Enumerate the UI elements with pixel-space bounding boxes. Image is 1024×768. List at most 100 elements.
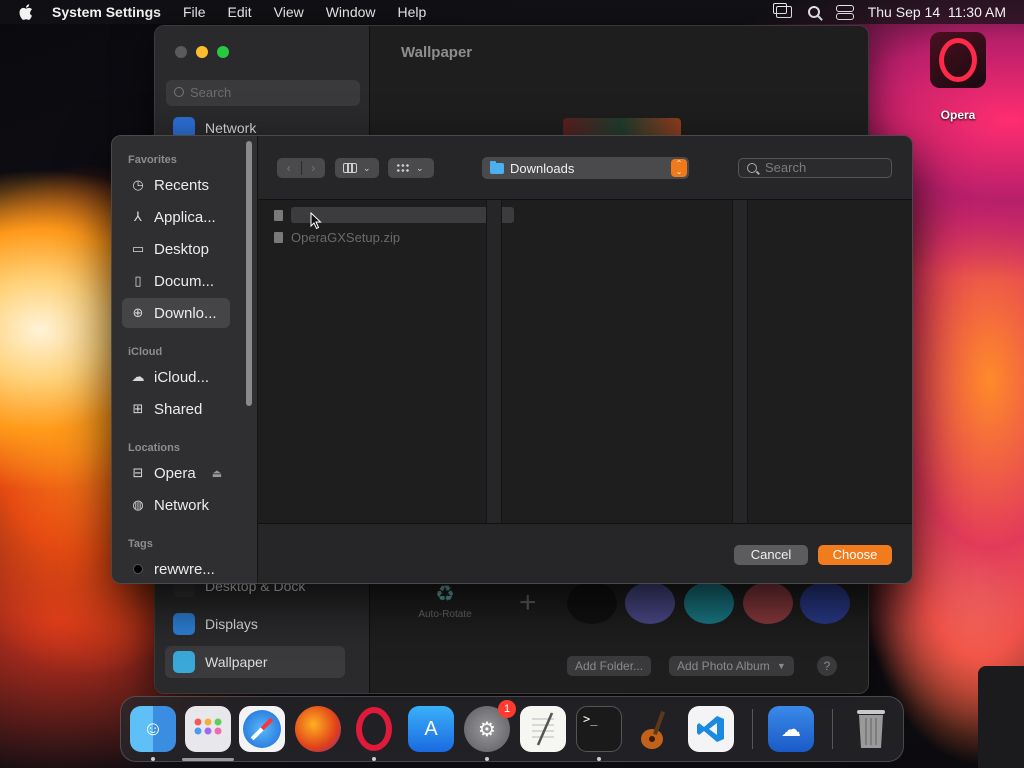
recycle-icon: ♻ [435, 581, 455, 606]
column-divider[interactable] [486, 200, 502, 523]
zip-file-icon [274, 231, 283, 243]
chevron-down-icon: ⌄ [416, 162, 424, 173]
sidebar-item-network[interactable]: ◍ Network [122, 490, 230, 520]
terminal-icon[interactable]: >_ [576, 706, 622, 752]
color-swatch-red[interactable] [743, 582, 793, 624]
window-controls [175, 46, 229, 58]
weather-icon[interactable]: ☁ [768, 706, 814, 752]
apple-menu-icon[interactable] [0, 4, 52, 20]
sidebar-item-label: Shared [154, 400, 203, 418]
app-store-icon[interactable]: A [408, 706, 454, 752]
cloud-icon: ☁ [131, 369, 145, 384]
sidebar-item-documents[interactable]: ▯ Docum... [122, 266, 230, 296]
group-by-button[interactable]: ⌄ [388, 158, 434, 178]
desktop-opera-item[interactable]: Opera [926, 32, 990, 122]
menu-edit[interactable]: Edit [217, 0, 263, 24]
choose-button[interactable]: Choose [818, 545, 892, 565]
help-button[interactable]: ? [817, 656, 837, 676]
menu-file[interactable]: File [172, 0, 217, 24]
add-wallpaper-icon[interactable]: + [519, 586, 537, 620]
minimize-button[interactable] [196, 46, 208, 58]
dock-separator [752, 709, 753, 749]
add-folder-button[interactable]: Add Folder... [567, 656, 652, 676]
textedit-icon[interactable] [520, 706, 566, 752]
open-file-dialog: Favorites ◷ Recents ⅄ Applica... ▭ Deskt… [111, 135, 913, 584]
section-icloud: iCloud [128, 346, 163, 358]
running-indicator [151, 757, 155, 761]
forward-button[interactable]: › [302, 161, 326, 175]
color-swatch-black[interactable] [567, 582, 617, 624]
dock-scroll-indicator [182, 758, 234, 761]
add-photo-album-button[interactable]: Add Photo Album ▼ [669, 656, 794, 676]
sidebar-item-desktop[interactable]: ▭ Desktop [122, 234, 230, 264]
menubar-clock[interactable]: Thu Sep 14 11:30 AM [868, 4, 1006, 20]
spotlight-search-icon[interactable] [807, 6, 820, 18]
control-center-icon[interactable] [835, 5, 854, 20]
sidebar-item-opera[interactable]: ⊟ Opera ⏏ [122, 458, 230, 488]
sidebar-item-label: Network [205, 120, 257, 136]
notification-badge: 1 [498, 700, 516, 718]
color-swatch-blue[interactable] [800, 582, 850, 624]
trash-icon[interactable] [848, 706, 894, 752]
finder-icon[interactable]: ☺ [130, 706, 176, 752]
view-mode-button[interactable]: ⌄ [335, 158, 379, 178]
sidebar-item-downloads[interactable]: ⊕ Downlo... [122, 298, 230, 328]
firefox-icon[interactable] [295, 706, 341, 752]
color-swatch-teal[interactable] [684, 582, 734, 624]
location-popup[interactable]: Downloads ⌃ ⌄ [482, 157, 689, 179]
tag-color-dot-icon [133, 564, 143, 574]
file-name-highlight [290, 207, 514, 223]
dialog-footer: Cancel Choose [258, 524, 912, 583]
section-favorites: Favorites [128, 154, 177, 166]
vscode-icon[interactable] [688, 706, 734, 752]
back-button[interactable]: ‹ [277, 161, 302, 175]
sidebar-item-applications[interactable]: ⅄ Applica... [122, 202, 230, 232]
menu-view[interactable]: View [263, 0, 315, 24]
sidebar-item-label: Applica... [154, 208, 216, 226]
file-name: OperaGXSetup.zip [291, 229, 401, 245]
dialog-search-input[interactable]: Search [738, 158, 892, 178]
sidebar-item-tag[interactable]: rewwre... [122, 554, 230, 583]
desktop-icon: ▭ [131, 241, 145, 256]
menu-window[interactable]: Window [315, 0, 387, 24]
menu-app-name[interactable]: System Settings [52, 0, 172, 24]
file-browser: OperaGXSetup.zip [258, 200, 912, 524]
desktop-widget-edge [978, 666, 1024, 768]
opera-drive-icon [930, 32, 986, 88]
sidebar-scrollbar[interactable] [246, 141, 252, 406]
section-locations: Locations [128, 442, 180, 454]
dialog-toolbar: ‹ › ⌄ ⌄ Downloads ⌃ ⌄ Search [258, 136, 912, 200]
safari-icon[interactable] [239, 706, 285, 752]
column-divider[interactable] [732, 200, 748, 523]
auto-rotate-tile[interactable]: ♻ Auto-Rotate [410, 581, 480, 620]
sidebar-item-icloud-drive[interactable]: ☁ iCloud... [122, 362, 230, 392]
close-button[interactable] [175, 46, 187, 58]
sidebar-item-wallpaper[interactable]: Wallpaper [165, 646, 345, 678]
wallpaper-icon [173, 651, 195, 673]
opera-icon[interactable] [351, 706, 397, 752]
system-settings-icon[interactable]: ⚙ 1 [464, 700, 516, 752]
cancel-button[interactable]: Cancel [734, 545, 808, 565]
dock: ☺ A ⚙ 1 >_ ☁ [120, 696, 904, 762]
running-indicator [597, 757, 601, 761]
running-indicator [485, 757, 489, 761]
clock-icon: ◷ [132, 177, 144, 192]
section-tags: Tags [128, 538, 153, 550]
eject-icon[interactable]: ⏏ [212, 467, 222, 480]
garageband-icon[interactable] [632, 706, 678, 752]
settings-search-input[interactable]: Search [166, 80, 360, 106]
sidebar-item-shared[interactable]: ⊞ Shared [122, 394, 230, 424]
color-swatch-indigo[interactable] [625, 582, 675, 624]
sidebar-item-displays[interactable]: Displays [165, 608, 345, 640]
menu-help[interactable]: Help [387, 0, 438, 24]
mouse-cursor-icon [310, 211, 322, 235]
download-icon: ⊕ [132, 305, 144, 320]
screen-mirroring-icon[interactable] [772, 3, 792, 18]
sidebar-item-recents[interactable]: ◷ Recents [122, 170, 230, 200]
launchpad-icon[interactable] [185, 706, 231, 752]
sidebar-item-label: Docum... [154, 272, 215, 290]
sun-icon [173, 613, 195, 635]
document-icon [274, 209, 283, 221]
globe-icon: ◍ [132, 497, 144, 512]
zoom-button[interactable] [217, 46, 229, 58]
